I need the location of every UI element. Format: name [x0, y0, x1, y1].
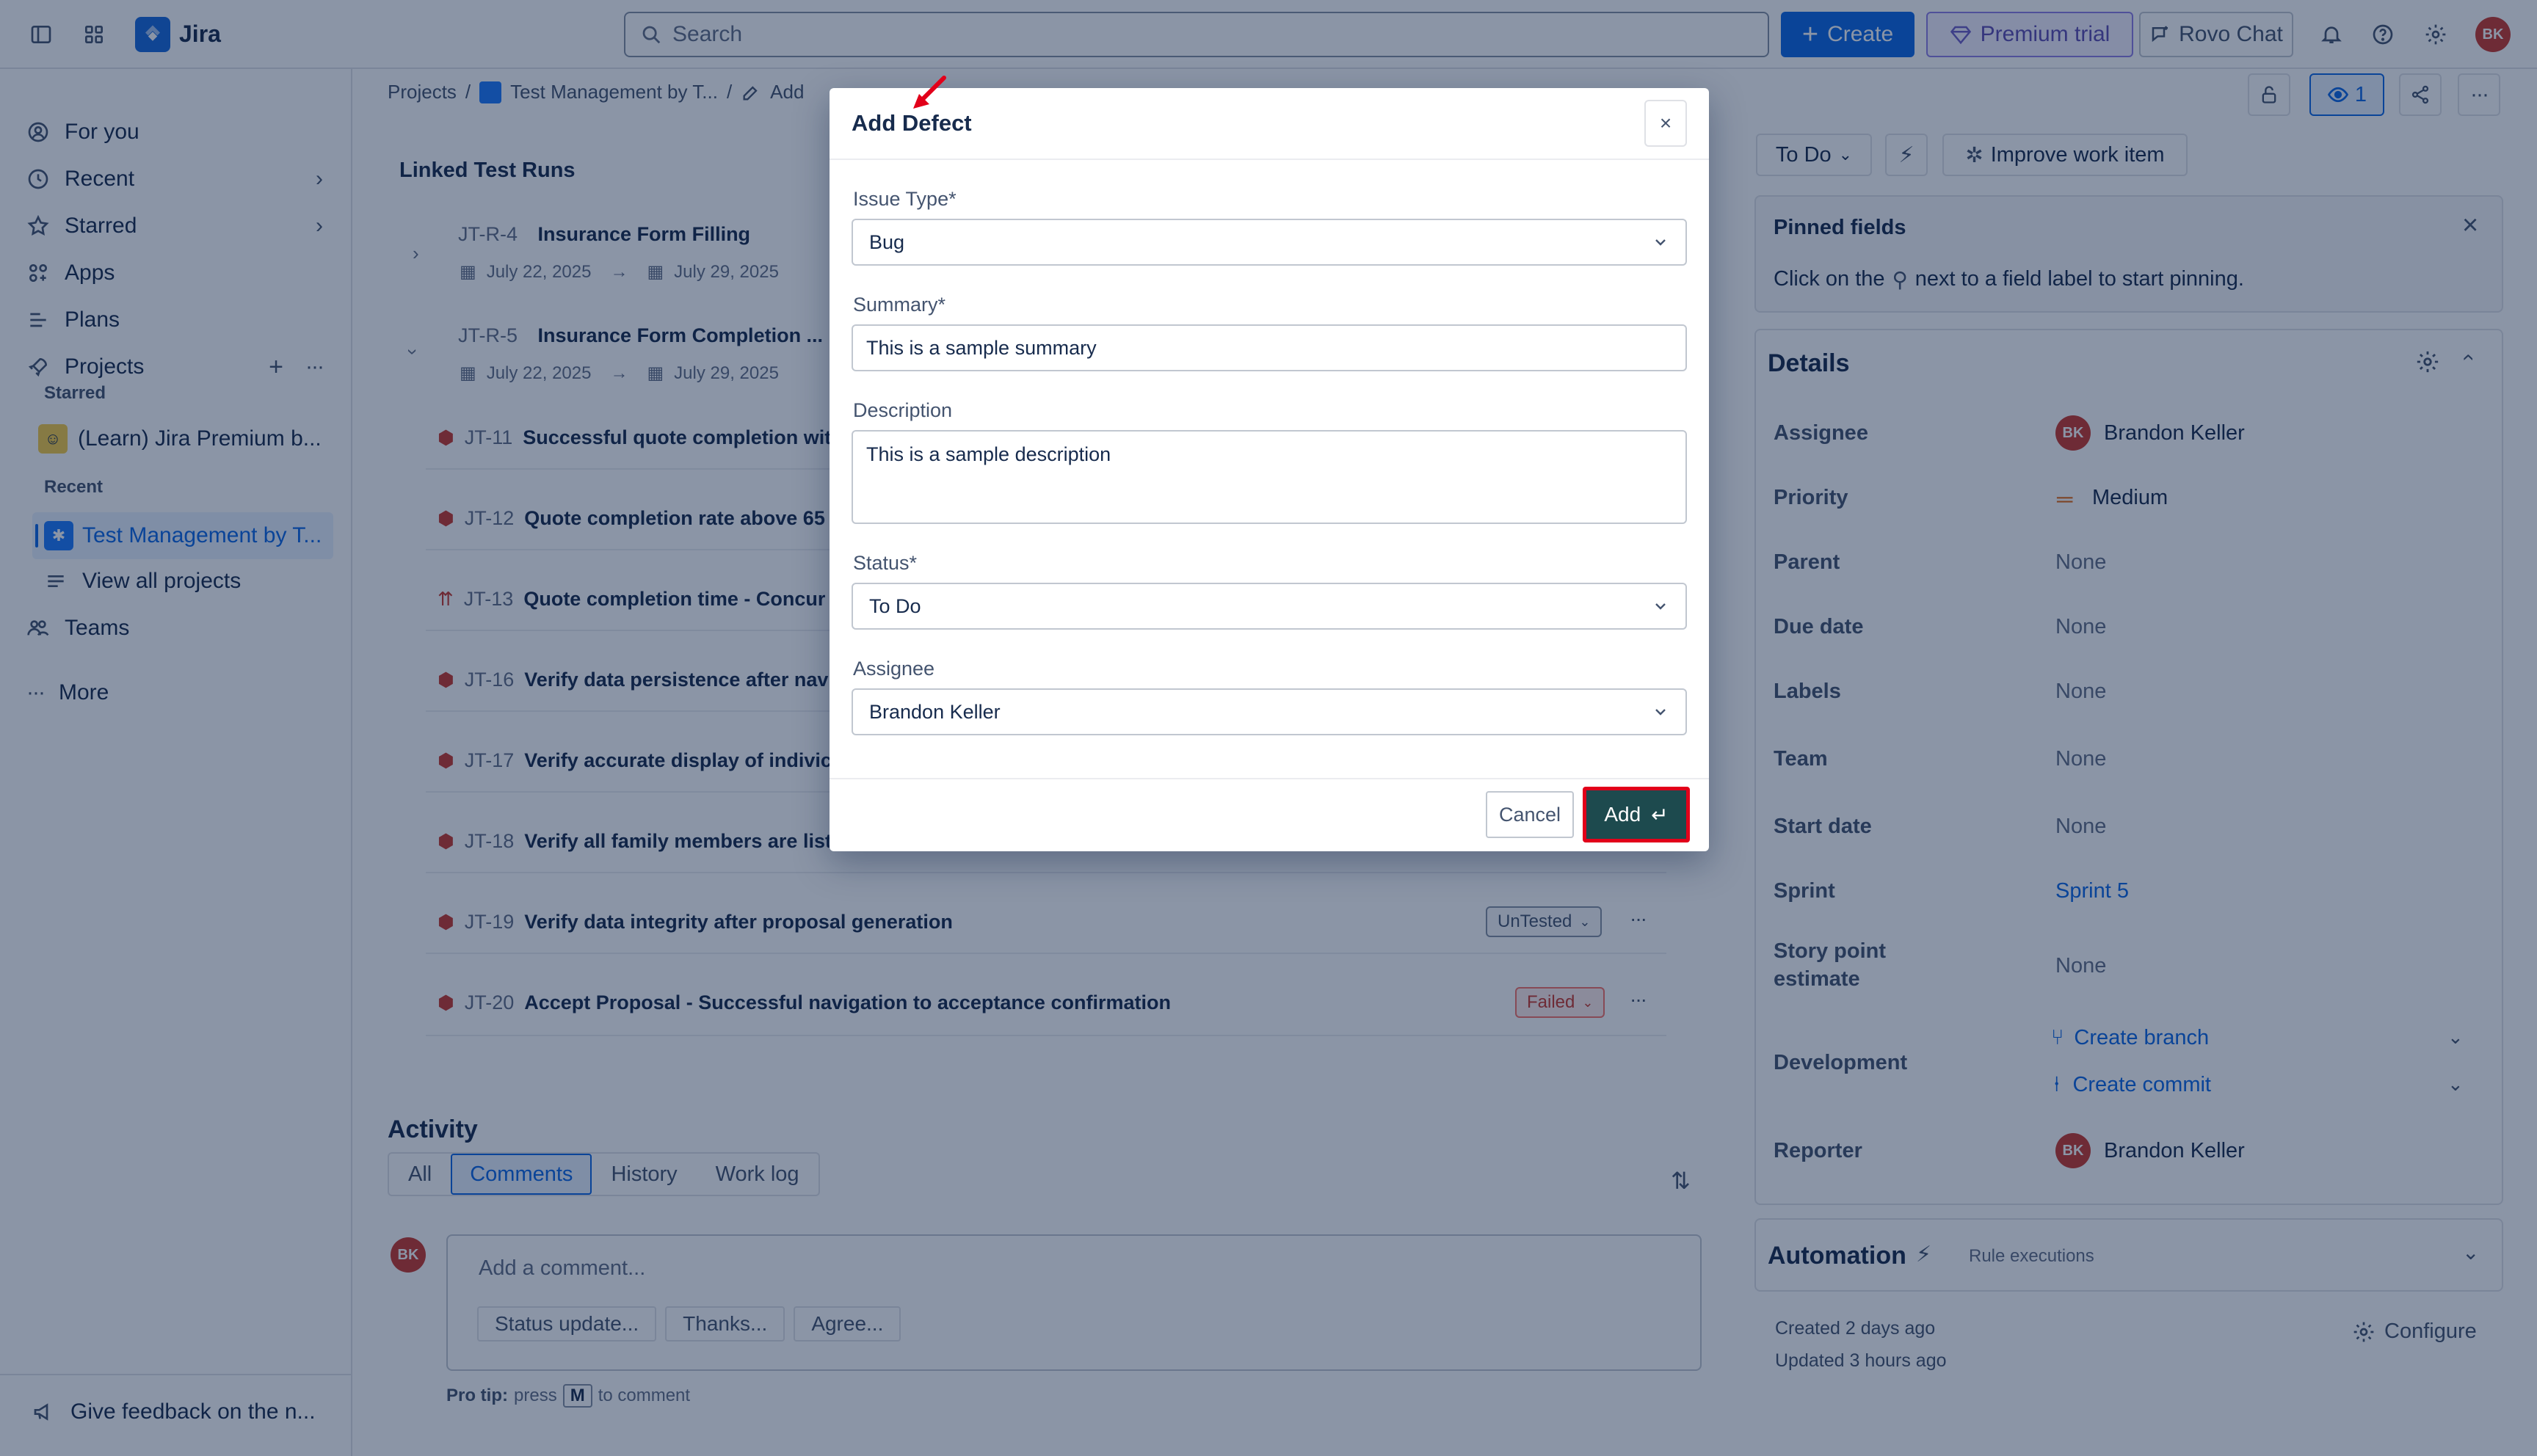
- status-label: Status*: [853, 552, 918, 574]
- chevron-down-icon: [1652, 703, 1669, 721]
- add-button[interactable]: Add ↵: [1583, 787, 1690, 842]
- assignee-label: Assignee: [853, 658, 935, 680]
- enter-key-icon: ↵: [1651, 803, 1669, 826]
- annotation-arrow-icon: [910, 75, 948, 113]
- dialog-footer-divider: [830, 778, 1709, 779]
- issue-type-label: Issue Type*: [853, 188, 957, 210]
- status-select[interactable]: To Do: [852, 583, 1687, 630]
- summary-label: Summary*: [853, 294, 946, 316]
- chevron-down-icon: [1652, 233, 1669, 251]
- description-label: Description: [853, 399, 953, 421]
- summary-input[interactable]: This is a sample summary: [852, 324, 1687, 371]
- dialog-close-button[interactable]: ×: [1644, 100, 1687, 147]
- issue-type-select[interactable]: Bug: [852, 219, 1687, 266]
- dialog-header-divider: [830, 159, 1709, 160]
- chevron-down-icon: [1652, 597, 1669, 615]
- add-defect-dialog: Add Defect × Issue Type* Bug Summary* Th…: [830, 76, 1709, 851]
- assignee-select[interactable]: Brandon Keller: [852, 688, 1687, 735]
- description-textarea[interactable]: This is a sample description: [852, 430, 1687, 524]
- cancel-button[interactable]: Cancel: [1486, 791, 1574, 838]
- dialog-title: Add Defect: [852, 110, 972, 136]
